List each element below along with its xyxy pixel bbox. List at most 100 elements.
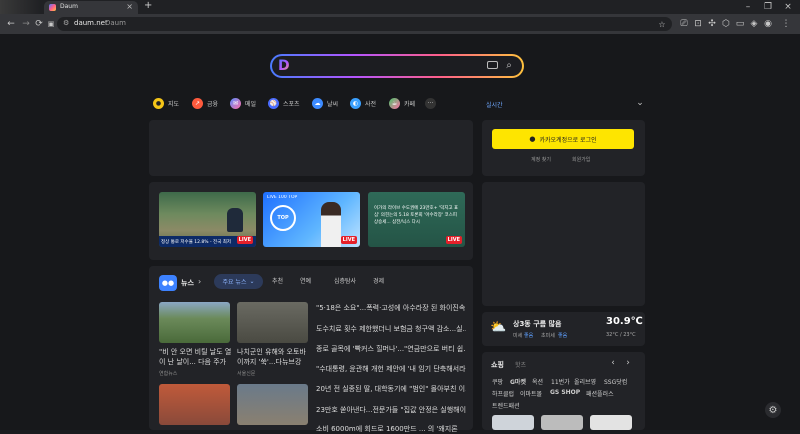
tab-close-icon[interactable]: × [126,2,133,11]
headline-5[interactable]: 20년 전 실종된 딸, 대학동기에 "범인" 몰아부친 이... [316,384,466,394]
media-thumb-2[interactable]: TOP LIVE 100 TOP LIVE [263,192,360,247]
shortcut-map[interactable]: ● 지도 [153,96,179,111]
news-card-image-2[interactable] [237,302,308,343]
realtime-label[interactable]: 실시간 [486,100,503,109]
find-account-link[interactable]: 계정 찾기 [531,156,551,163]
browser-tab-bar: Daum × + – ❐ × [0,0,800,14]
extension-a-icon[interactable]: ⬡ [720,18,732,30]
news-card-caption-2[interactable]: 나치군인 유해와 오토바이까지 '쑥'...다뉴브강 ... [237,347,310,367]
media-caption: LIVE 100 TOP [267,195,298,200]
media-thumb-1[interactable]: 정상 통로 저수율 12.8% - 전국 최저 LIVE [159,192,256,247]
shortcut-dictionary[interactable]: ◐ 사전 [350,96,376,111]
sports-icon: ⚾ [268,98,279,109]
news-card-image-1[interactable] [159,302,230,343]
close-window-icon[interactable]: × [782,1,794,13]
shop-auction[interactable]: 옥션 [532,377,543,386]
shortcut-sports[interactable]: ⚾ 스포츠 [268,96,300,111]
keyboard-icon[interactable] [487,61,498,69]
shop-gsshop[interactable]: GS SHOP [550,389,580,396]
kakao-login-button[interactable]: ● 카카오계정으로 로그인 [492,129,634,149]
browser-tab[interactable]: Daum × [44,1,138,14]
extension-icons: ⎚ ⊡ ✣ ⬡ ▭ ◈ ◉ ⋮ [678,18,798,30]
shop-gmarket[interactable]: G마켓 [510,377,526,386]
forward-icon[interactable]: → [20,18,32,30]
media-thumb-3[interactable]: 이가의 라이브 수도권에 23만호+ '덕지고 표심' 의힌는의 5.18 토론… [368,192,465,247]
news-icon: ●● [159,275,177,291]
weather-panel[interactable]: ⛅ 상3동 구름 많음 미세 좋음 초미세 좋음 30.9℃ 32°C / 23… [482,312,645,346]
news-tab-entertainment[interactable]: 연예 [300,276,311,285]
live-badge: LIVE [236,236,253,244]
bookmark-star-icon[interactable]: ☆ [656,18,668,30]
chevron-down-icon[interactable]: ⌄ [634,97,646,109]
shortcut-cafe[interactable]: ☕ 카페 [389,96,415,111]
headline-2[interactable]: 도수치료 횟수 제한했더니 보험금 청구액 감소...실... [316,324,466,334]
search-icon[interactable]: ⌕ [503,59,515,71]
product-thumb-3[interactable] [590,415,632,430]
headline-4[interactable]: "수대통령, 윤관해 개헌 제안에 '내 임기 단축해서라... [316,364,466,374]
profile-icon[interactable]: ◉ [762,18,774,30]
back-icon[interactable]: ← [5,18,17,30]
extension-puzzle-icon[interactable]: ✣ [706,18,718,30]
tab-title: Daum [60,3,78,10]
product-thumb-2[interactable] [541,415,583,430]
shop-11st[interactable]: 11번가 [551,377,570,386]
page-info-icon[interactable]: ▣ [45,18,57,30]
shortcut-label: 카페 [404,101,416,108]
shop-trendfashion[interactable]: 트렌드패션 [492,401,520,410]
minimize-icon[interactable]: – [742,1,754,13]
login-panel: ● 카카오계정으로 로그인 계정 찾기 회원가입 [482,120,645,176]
signup-link[interactable]: 회원가입 [572,156,590,163]
shop-ssg[interactable]: SSG닷컴 [604,377,627,386]
headline-1[interactable]: "5·18은 소요"...폭력·고성에 아수라장 된 화이진속 ... [316,303,466,313]
headline-6[interactable]: 23만호 쏟아낸다...전문가들 "집값 안정은 실행해이... [316,405,466,415]
news-card-caption-1[interactable]: "비 안 오면 비틸 날도 열이 난 날이... 다음 주가 ... [159,347,232,367]
news-tab-main[interactable]: 주요 뉴스 ⌄ [214,274,263,289]
ad-banner[interactable] [149,120,473,176]
site-info-icon[interactable]: ⚙ [63,19,69,27]
cafe-icon: ☕ [389,98,400,109]
cast-icon[interactable]: ⎚ [678,18,690,30]
restore-icon[interactable]: ❐ [762,1,774,13]
daum-logo: D [278,58,290,74]
settings-gear-icon[interactable]: ⚙ [765,402,781,418]
shortcut-weather[interactable]: ☁ 날씨 [312,96,338,111]
news-card-image-4[interactable] [237,384,308,425]
headline-3[interactable]: 종로 골목에 '빡커스 힐머나'..."연금만으로 버티 쉽... [316,344,466,354]
temperature: 30.9℃ [606,316,643,327]
shortcut-label: 사전 [365,101,377,108]
live-badge: LIVE [340,236,357,244]
search-box[interactable]: D ⌕ [270,54,524,78]
shortcut-more-button[interactable]: ··· [425,96,436,111]
news-tab-economy[interactable]: 경제 [373,276,384,285]
ultra-fine-dust-value: 좋음 [558,333,568,339]
shop-halfclub[interactable]: 하프클럽 [492,389,514,398]
shopping-title[interactable]: 쇼핑 [491,360,504,370]
news-tab-recommended[interactable]: 추천 [272,276,283,285]
shop-oliveyoung[interactable]: 올리브영 [574,377,596,386]
extension-c-icon[interactable]: ◈ [748,18,760,30]
shopping-next-icon[interactable]: › [623,358,633,368]
news-title[interactable]: 뉴스 [181,278,194,288]
shop-coupang[interactable]: 쿠팡 [492,377,503,386]
shopping-subtitle[interactable]: 핫츠 [515,360,526,369]
shopping-prev-icon[interactable]: ‹ [608,358,618,368]
news-tab-indepth[interactable]: 심층탐사 [334,276,356,285]
address-bar[interactable]: ⚙ daum.net Daum ☆ [57,17,672,31]
shortcut-label: 지도 [168,101,180,108]
menu-kebab-icon[interactable]: ⋮ [780,18,792,30]
shop-emart[interactable]: 이마트몰 [520,389,542,398]
map-icon: ● [153,98,164,109]
new-tab-button[interactable]: + [144,0,152,11]
headline-7[interactable]: 소비 6000m에 회드로 1600만드 ... 의 '왜지론 [316,424,466,434]
shortcut-finance[interactable]: ↗ 금융 [192,96,218,111]
reload-icon[interactable]: ⟳ [33,18,45,30]
news-card-image-3[interactable] [159,384,230,425]
side-ad-panel[interactable] [482,182,645,306]
translate-icon[interactable]: ⊡ [692,18,704,30]
shortcut-mail[interactable]: ✉ 메일 [230,96,256,111]
product-thumb-1[interactable] [492,415,534,430]
news-arrow-icon[interactable]: › [198,277,201,286]
fine-dust-value: 좋음 [524,333,534,339]
extension-b-icon[interactable]: ▭ [734,18,746,30]
shop-fashionplus[interactable]: 패션플러스 [586,389,614,398]
